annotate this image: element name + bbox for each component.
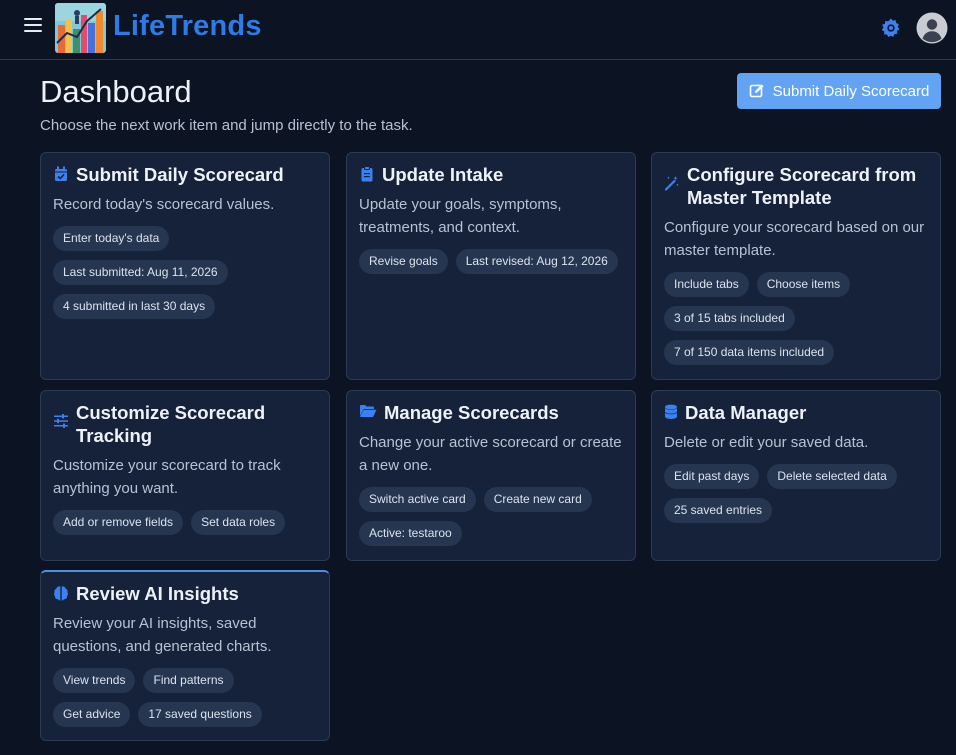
card-configure-scorecard[interactable]: Configure Scorecard from Master Template…: [651, 152, 941, 380]
chip-find-patterns[interactable]: Find patterns: [143, 668, 234, 693]
chip-tabs-included: 3 of 15 tabs included: [664, 306, 795, 331]
card-title: Update Intake: [382, 164, 504, 185]
chip-edit-past-days[interactable]: Edit past days: [664, 464, 760, 489]
chip-data-items-included: 7 of 150 data items included: [664, 340, 835, 365]
card-title: Configure Scorecard from Master Template: [687, 164, 917, 208]
chip-last-submitted: Last submitted: Aug 11, 2026: [53, 260, 228, 285]
card-title: Manage Scorecards: [384, 402, 559, 423]
chip-view-trends[interactable]: View trends: [53, 668, 136, 693]
card-manage-scorecards[interactable]: Manage Scorecards Change your active sco…: [346, 390, 636, 561]
chip-choose-items[interactable]: Choose items: [756, 272, 851, 297]
chip-include-tabs[interactable]: Include tabs: [664, 272, 749, 297]
card-description: Change your active scorecard or create a…: [359, 434, 622, 474]
magic-wand-icon: [664, 176, 679, 191]
page-subtitle: Choose the next work item and jump direc…: [40, 117, 413, 134]
card-title: Submit Daily Scorecard: [76, 164, 284, 185]
card-description: Review your AI insights, saved questions…: [53, 615, 272, 655]
card-data-manager[interactable]: Data Manager Delete or edit your saved d…: [651, 390, 941, 561]
chip-create-new-card[interactable]: Create new card: [483, 487, 592, 512]
card-customize-scorecard-tracking[interactable]: Customize Scorecard Tracking Customize y…: [40, 390, 330, 561]
page-title: Dashboard: [40, 74, 192, 109]
calendar-check-icon: [55, 166, 67, 181]
card-description: Customize your scorecard to track anythi…: [53, 457, 281, 497]
chip-revise-goals[interactable]: Revise goals: [359, 249, 448, 274]
chip-add-remove-fields[interactable]: Add or remove fields: [53, 510, 184, 535]
card-submit-daily-scorecard[interactable]: Submit Daily Scorecard Record today's sc…: [40, 152, 330, 380]
folder-open-icon: [360, 405, 377, 417]
chip-switch-active-card[interactable]: Switch active card: [359, 487, 476, 512]
card-title: Customize Scorecard Tracking: [76, 402, 266, 446]
card-description: Update your goals, symptoms, treatments,…: [359, 196, 562, 236]
chip-get-advice[interactable]: Get advice: [53, 702, 131, 727]
menu-icon[interactable]: [24, 18, 42, 36]
card-description: Configure your scorecard based on our ma…: [664, 219, 925, 259]
sliders-icon: [54, 414, 68, 428]
card-review-ai-insights[interactable]: Review AI Insights Review your AI insigh…: [40, 570, 330, 741]
chip-enter-todays-data[interactable]: Enter today's data: [53, 226, 170, 251]
card-title: Review AI Insights: [76, 583, 239, 604]
brain-icon: [54, 586, 68, 601]
card-title: Data Manager: [685, 402, 807, 423]
chip-submitted-count: 4 submitted in last 30 days: [53, 294, 216, 319]
user-avatar-icon[interactable]: [916, 12, 948, 44]
submit-daily-scorecard-button[interactable]: Submit Daily Scorecard: [737, 73, 941, 109]
chip-last-revised: Last revised: Aug 12, 2026: [455, 249, 618, 274]
chip-active-card: Active: testaroo: [359, 521, 462, 546]
chip-saved-questions: 17 saved questions: [138, 702, 262, 727]
settings-gear-icon[interactable]: [880, 17, 902, 39]
app-logo[interactable]: [55, 3, 106, 53]
brand-name[interactable]: LifeTrends: [113, 10, 262, 43]
edit-icon: [749, 84, 764, 98]
clipboard-icon: [361, 166, 373, 182]
card-description: Delete or edit your saved data.: [664, 434, 869, 451]
database-icon: [665, 404, 677, 419]
card-description: Record today's scorecard values.: [53, 196, 275, 213]
card-update-intake[interactable]: Update Intake Update your goals, symptom…: [346, 152, 636, 380]
chip-set-data-roles[interactable]: Set data roles: [191, 510, 286, 535]
chip-saved-entries: 25 saved entries: [664, 498, 773, 523]
top-bar: LifeTrends: [0, 0, 956, 60]
chip-delete-selected-data[interactable]: Delete selected data: [767, 464, 897, 489]
submit-daily-scorecard-label: Submit Daily Scorecard: [772, 82, 930, 100]
